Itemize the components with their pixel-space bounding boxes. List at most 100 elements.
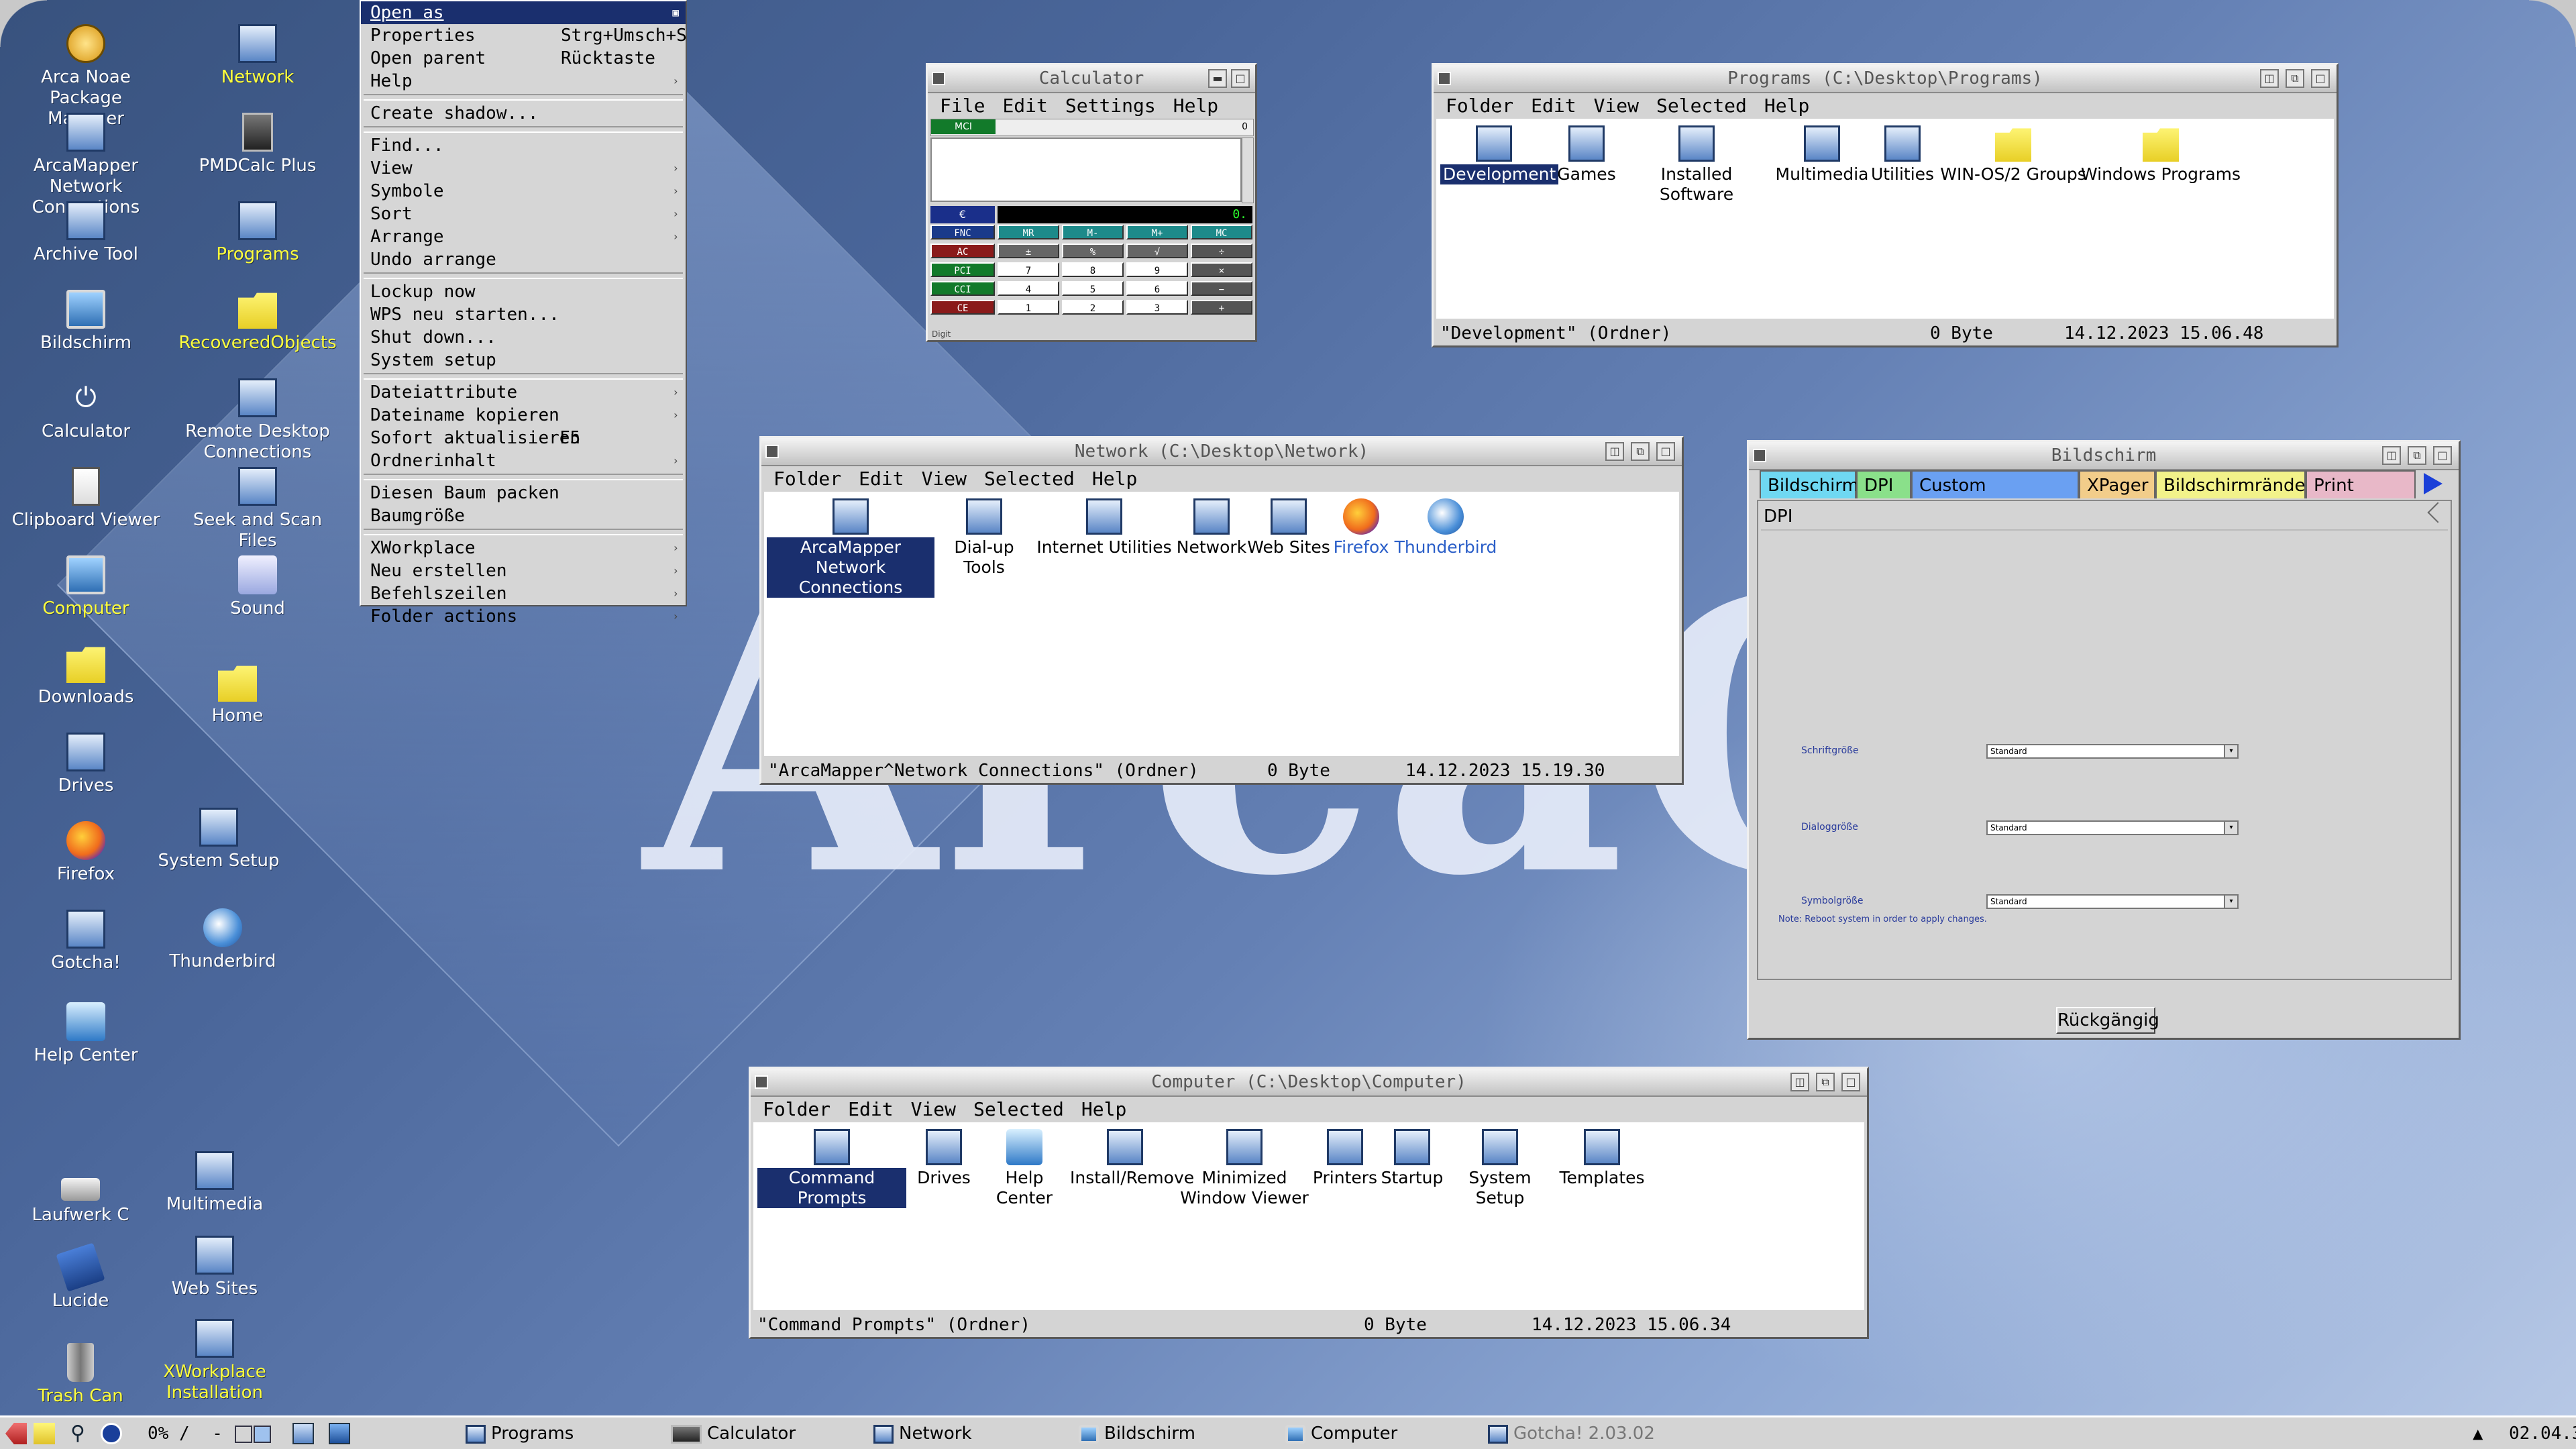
tab-print-screen[interactable]: Print Screen	[2306, 470, 2416, 524]
hide-icon[interactable]: ⧉	[2408, 446, 2426, 465]
menu-view[interactable]: View	[1594, 95, 1639, 117]
menu-item-symbole[interactable]: Symbole ›	[361, 180, 686, 203]
menu-view[interactable]: View	[911, 1098, 956, 1120]
calc-key[interactable]: 5	[1062, 281, 1124, 296]
currency-button[interactable]: €	[930, 206, 995, 223]
calc-key[interactable]: FNC	[930, 225, 995, 239]
task-network[interactable]: Network	[873, 1420, 972, 1447]
folder-item-minimized[interactable]: Minimized Window Viewer	[1177, 1129, 1311, 1208]
desktop-icon-pmdcalc-plus[interactable]: PMDCalc Plus	[177, 113, 338, 176]
menu-item-sort[interactable]: Sort ›	[361, 203, 686, 225]
folder-item-web-sites[interactable]: Web Sites	[1246, 498, 1332, 557]
programs-content[interactable]: Development Games Installed Software Multim…	[1436, 119, 2334, 319]
menu-item-diesen-baum-packen[interactable]: Diesen Baum packen	[361, 482, 686, 504]
folder-item-install-remove[interactable]: Install/Remove	[1070, 1129, 1194, 1188]
menu-item-folder-actions[interactable]: Folder actions ›	[361, 605, 686, 628]
desktop-icon-network[interactable]: Network	[177, 24, 338, 88]
window-list-icon[interactable]	[235, 1423, 288, 1444]
maximize-icon[interactable]: □	[1841, 1073, 1860, 1091]
menu-edit[interactable]: Edit	[1531, 95, 1576, 117]
desktop-icon-programs[interactable]: Programs	[177, 201, 338, 265]
desktop-icon-calculator[interactable]: ⏻ Calculator	[5, 378, 166, 442]
calc-key[interactable]: 4	[998, 281, 1059, 296]
calc-key[interactable]: %	[1062, 244, 1124, 258]
dpi-dropdown[interactable]: Standard ▾	[1986, 820, 2239, 835]
menu-item-help[interactable]: Help ›	[361, 70, 686, 93]
folder-item-firefox[interactable]: Firefox	[1328, 498, 1395, 557]
folder-item-utilities[interactable]: Utilities	[1866, 125, 1939, 184]
desktop-icon-drives[interactable]: Drives	[5, 733, 166, 796]
maximize-icon[interactable]: □	[1656, 442, 1675, 461]
programs-titlebar[interactable]: Programs (C:\Desktop\Programs) ◫ ⧉ □	[1434, 65, 2337, 93]
calc-key[interactable]: CE	[930, 300, 995, 315]
tab-bildschirm[interactable]: Bildschirm	[1760, 470, 1859, 498]
folder-item-windows-programs[interactable]: Windows Programs	[2080, 125, 2241, 184]
menu-item-properties[interactable]: Properties Strg+Umsch+S	[361, 24, 687, 47]
desktop-icon-archive-tool[interactable]: Archive Tool	[5, 201, 166, 265]
calc-key[interactable]: +	[1191, 300, 1252, 315]
page-corner-icon[interactable]	[2427, 502, 2449, 523]
calc-key[interactable]: −	[1191, 281, 1252, 296]
network-content[interactable]: ArcaMapper Network Connections Dial-up To…	[764, 492, 1679, 756]
desktop-icon-thunderbird[interactable]: Thunderbird	[142, 908, 303, 972]
desktop-icon-computer[interactable]: Computer	[5, 555, 166, 619]
desktop-icon-system-setup[interactable]: System Setup	[138, 808, 299, 871]
desktop-icon-downloads[interactable]: Downloads	[5, 644, 166, 708]
tab-xpager[interactable]: XPager	[2079, 470, 2155, 498]
hide-icon[interactable]: ⧉	[2286, 69, 2304, 88]
menu-settings[interactable]: Settings	[1065, 95, 1156, 117]
desktop-icon-remote-desktop[interactable]: Remote Desktop Connections	[177, 378, 338, 463]
menu-item-befehlszeilen[interactable]: Befehlszeilen ›	[361, 582, 686, 605]
folder-item-system-setup[interactable]: System Setup	[1444, 1129, 1556, 1208]
menu-item-create-shadow[interactable]: Create shadow...	[361, 102, 686, 125]
menu-selected[interactable]: Selected	[984, 468, 1075, 490]
bildschirm-window[interactable]: Bildschirm ◫ ⧉ □ BildschirmDPICustom Res…	[1747, 440, 2461, 1040]
folder-icon[interactable]	[34, 1423, 55, 1444]
menu-item-system-setup[interactable]: System setup	[361, 349, 686, 372]
desktop-icon-recoveredobjects[interactable]: RecoveredObjects	[177, 290, 338, 354]
task-bildschirm[interactable]: Bildschirm	[1079, 1420, 1195, 1447]
menu-item-open-parent[interactable]: Open parent Rücktaste	[361, 47, 686, 70]
menu-edit[interactable]: Edit	[1002, 95, 1047, 117]
desktop-icon-clipboard-viewer[interactable]: Clipboard Viewer	[5, 467, 166, 531]
desktop-icon-seek-and-scan-files[interactable]: Seek and Scan Files	[177, 467, 338, 551]
calc-key[interactable]: 2	[1062, 300, 1124, 315]
task-gotcha[interactable]: Gotcha! 2.03.02	[1488, 1420, 1655, 1447]
calculator-window[interactable]: Calculator ▬ □ File Edit Settings Help MCI …	[926, 63, 1257, 342]
folder-item-command-prompts[interactable]: Command Prompts	[757, 1129, 906, 1208]
computer-content[interactable]: Command Prompts Drives Help Center Install/…	[753, 1122, 1864, 1310]
maximize-icon[interactable]: □	[1231, 69, 1250, 88]
calc-key[interactable]: 3	[1126, 300, 1188, 315]
menu-help[interactable]: Help	[1764, 95, 1809, 117]
menu-file[interactable]: File	[940, 95, 985, 117]
tab-dpi[interactable]: DPI	[1856, 470, 1911, 498]
folder-item-drives[interactable]: Drives	[909, 1129, 979, 1188]
folder-item-multimedia[interactable]: Multimedia	[1772, 125, 1872, 184]
folder-item-internet-utilities[interactable]: Internet Utilities	[1032, 498, 1176, 557]
menu-item-shut-down[interactable]: Shut down...	[361, 326, 686, 349]
menu-item-dateiattribute[interactable]: Dateiattribute ›	[361, 381, 686, 404]
network-window[interactable]: Network (C:\Desktop\Network) ◫ ⧉ □ Folde…	[759, 436, 1684, 785]
menu-item-view[interactable]: View ›	[361, 157, 686, 180]
hide-icon[interactable]: ⧉	[1631, 442, 1650, 461]
menu-edit[interactable]: Edit	[859, 468, 904, 490]
desktop-icon-bildschirm[interactable]: Bildschirm	[5, 290, 166, 354]
context-menu[interactable]: Open as ▣ Properties Strg+Umsch+S Open paren…	[360, 0, 687, 627]
menu-folder[interactable]: Folder	[763, 1098, 830, 1120]
minimize-icon[interactable]: ▬	[1208, 69, 1227, 88]
calc-key[interactable]: MC	[1191, 225, 1252, 239]
calc-key[interactable]: 1	[998, 300, 1059, 315]
calc-key[interactable]: ÷	[1191, 244, 1252, 258]
menu-edit[interactable]: Edit	[848, 1098, 893, 1120]
network-titlebar[interactable]: Network (C:\Desktop\Network) ◫ ⧉ □	[761, 438, 1682, 466]
search-icon[interactable]: ⚲	[67, 1423, 89, 1444]
restore-icon[interactable]: ◫	[2260, 69, 2279, 88]
calc-key[interactable]: 8	[1062, 262, 1124, 277]
menu-item-neu-erstellen[interactable]: Neu erstellen ›	[361, 559, 686, 582]
folder-item-development[interactable]: Development	[1440, 125, 1559, 184]
chevron-down-icon[interactable]: ▾	[2224, 896, 2237, 908]
hide-icon[interactable]: ⧉	[1816, 1073, 1835, 1091]
folder-item-games[interactable]: Games	[1554, 125, 1619, 184]
desktop-view-icon[interactable]	[292, 1423, 314, 1444]
folder-item-win-os-2-groups[interactable]: WIN-OS/2 Groups	[1933, 125, 2094, 184]
